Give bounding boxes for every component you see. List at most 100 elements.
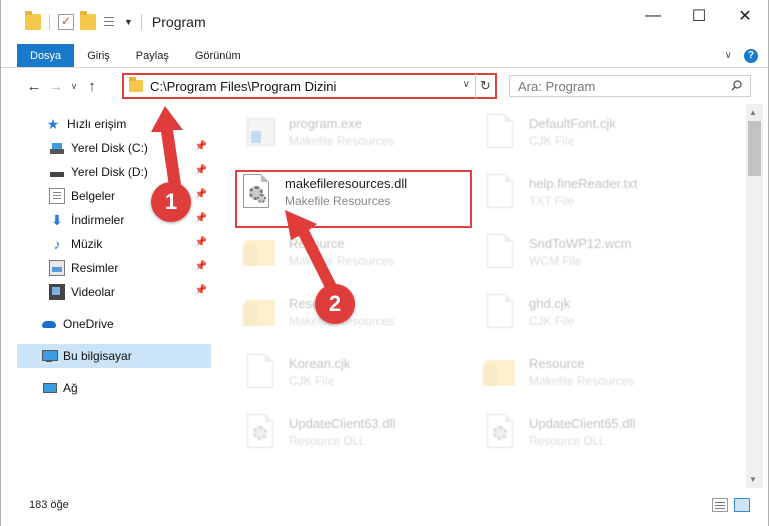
search-placeholder: Ara: Program bbox=[518, 78, 596, 94]
file-name: SndToWP12.wcm bbox=[529, 236, 632, 251]
sidebar-item-label: Bu bilgisayar bbox=[63, 349, 132, 363]
title-bar: ✓ ▼ Program — ☐ ✕ bbox=[1, 0, 768, 44]
maximize-button[interactable]: ☐ bbox=[676, 0, 722, 32]
videos-icon bbox=[49, 284, 65, 300]
sidebar-item-onedrive[interactable]: OneDrive bbox=[41, 312, 211, 336]
callout-badge-1: 1 bbox=[151, 182, 191, 222]
minimize-button[interactable]: — bbox=[630, 0, 676, 32]
pin-icon[interactable]: 📌 bbox=[195, 285, 207, 296]
toolbar-divider bbox=[49, 14, 50, 30]
dll-gear-icon bbox=[241, 414, 277, 458]
sidebar-item-label: Yerel Disk (D:) bbox=[71, 165, 148, 179]
properties-icon[interactable] bbox=[102, 14, 118, 30]
file-type: TXT File bbox=[529, 194, 575, 208]
sidebar-item-label: Ağ bbox=[63, 381, 78, 395]
customize-toolbar-chevron-icon[interactable]: ▼ bbox=[124, 17, 133, 27]
large-icons-view-button[interactable] bbox=[734, 498, 750, 512]
help-icon[interactable]: ? bbox=[744, 48, 758, 63]
back-button[interactable]: ← bbox=[23, 75, 45, 97]
scrollbar-thumb[interactable] bbox=[748, 121, 761, 176]
exe-icon bbox=[241, 114, 277, 158]
file-icon bbox=[481, 234, 517, 278]
folder-icon bbox=[25, 11, 41, 30]
sidebar-item-label: Belgeler bbox=[71, 189, 116, 203]
refresh-button[interactable]: ↻ bbox=[475, 73, 497, 99]
tab-home[interactable]: Giriş bbox=[74, 44, 123, 67]
forward-button[interactable]: → bbox=[45, 75, 67, 97]
file-type: Resource DLL bbox=[529, 434, 606, 448]
documents-icon bbox=[49, 188, 65, 204]
status-bar: 183 öğe bbox=[1, 494, 768, 516]
close-button[interactable]: ✕ bbox=[722, 0, 768, 32]
callout-badge-2: 2 bbox=[315, 284, 355, 324]
file-item[interactable]: ResourceMakefile Resources bbox=[241, 230, 481, 286]
tab-view[interactable]: Görünüm bbox=[182, 44, 254, 67]
view-buttons bbox=[712, 498, 750, 512]
window-title: Program bbox=[151, 14, 206, 30]
up-button[interactable]: ↑ bbox=[81, 75, 103, 97]
file-type: WCM File bbox=[529, 254, 582, 268]
details-view-button[interactable] bbox=[712, 498, 728, 512]
item-count: 183 öğe bbox=[29, 499, 69, 511]
properties-check-icon[interactable]: ✓ bbox=[58, 14, 74, 30]
sidebar-item-label: Hızlı erişim bbox=[67, 117, 127, 131]
file-name: UpdateClient63.dll bbox=[289, 416, 396, 431]
file-item[interactable]: ResourceMakefile Resources bbox=[241, 290, 481, 346]
dll-gear-icon bbox=[481, 414, 517, 458]
sidebar-item-label: Videolar bbox=[71, 285, 115, 299]
window-controls: — ☐ ✕ bbox=[630, 0, 768, 32]
tab-share[interactable]: Paylaş bbox=[123, 44, 182, 67]
file-item[interactable]: SndToWP12.wcm WCM File bbox=[481, 230, 721, 286]
search-icon bbox=[731, 80, 742, 91]
address-path[interactable]: C:\Program Files\Program Dizini bbox=[150, 79, 336, 94]
folder-icon bbox=[241, 294, 277, 338]
search-input[interactable]: Ara: Program bbox=[509, 75, 751, 97]
file-name: ghd.cjk bbox=[529, 296, 571, 311]
file-explorer-window: ✓ ▼ Program — ☐ ✕ Dosya Giriş Paylaş Gör… bbox=[0, 0, 769, 526]
vertical-scrollbar[interactable]: ▲ ▼ bbox=[746, 104, 763, 488]
address-bar[interactable]: C:\Program Files\Program Dizini ∨ bbox=[122, 73, 478, 99]
file-name: help.fineReader.txt bbox=[529, 176, 638, 191]
file-name: UpdateClient65.dll bbox=[529, 416, 636, 431]
scroll-down-icon[interactable]: ▼ bbox=[749, 475, 757, 484]
file-name: Korean.cjk bbox=[289, 356, 351, 371]
sidebar-item-this-pc[interactable]: Bu bilgisayar bbox=[17, 344, 211, 368]
address-dropdown-chevron-icon[interactable]: ∨ bbox=[463, 79, 470, 90]
new-folder-icon[interactable] bbox=[80, 11, 96, 30]
navigation-bar: ← → ∨ ↑ C:\Program Files\Program Dizini … bbox=[1, 72, 768, 100]
ribbon-controls: ∨ ? bbox=[725, 44, 758, 67]
file-item[interactable]: UpdateClient65.dll Resource DLL bbox=[481, 410, 721, 466]
scroll-up-icon[interactable]: ▲ bbox=[749, 108, 757, 117]
folder-icon bbox=[241, 234, 277, 278]
file-item[interactable]: DefaultFont.cjk CJK File bbox=[481, 110, 721, 166]
sidebar-item-pictures[interactable]: Resimler 📌 bbox=[49, 256, 211, 280]
sidebar-item-label: İndirmeler bbox=[71, 213, 125, 227]
quick-access-toolbar: ✓ ▼ bbox=[25, 11, 144, 30]
pin-icon[interactable]: 📌 bbox=[195, 261, 207, 272]
sidebar-item-music[interactable]: ♪ Müzik 📌 bbox=[49, 232, 211, 256]
sidebar-item-videos[interactable]: Videolar 📌 bbox=[49, 280, 211, 304]
file-item[interactable]: UpdateClient63.dll Resource DLL bbox=[241, 410, 481, 466]
sidebar-item-network[interactable]: Ağ bbox=[41, 376, 211, 400]
drive-icon bbox=[49, 164, 65, 180]
tab-file[interactable]: Dosya bbox=[17, 44, 75, 67]
file-item[interactable]: help.fineReader.txt TXT File bbox=[481, 170, 721, 226]
drive-icon bbox=[49, 140, 65, 156]
pictures-icon bbox=[49, 260, 65, 276]
recent-locations-chevron-icon[interactable]: ∨ bbox=[67, 75, 81, 97]
file-type: Makefile Resources bbox=[289, 134, 395, 148]
file-type: Resource DLL bbox=[289, 434, 366, 448]
target-file-highlight bbox=[235, 170, 472, 228]
file-icon bbox=[241, 354, 277, 398]
sidebar-item-label: OneDrive bbox=[63, 317, 114, 331]
star-icon: ★ bbox=[46, 116, 60, 132]
computer-icon bbox=[41, 348, 58, 364]
pin-icon[interactable]: 📌 bbox=[195, 237, 207, 248]
chevron-down-icon[interactable]: ∨ bbox=[725, 50, 732, 61]
file-item[interactable]: program.exe Makefile Resources bbox=[241, 110, 481, 166]
file-item[interactable]: Korean.cjk CJK File bbox=[241, 350, 481, 406]
file-item[interactable]: ResourceMakefile Resources bbox=[481, 350, 721, 406]
folder-icon bbox=[481, 354, 517, 398]
sidebar-item-label: Yerel Disk (C:) bbox=[71, 141, 148, 155]
file-item[interactable]: ghd.cjk CJK File bbox=[481, 290, 721, 346]
